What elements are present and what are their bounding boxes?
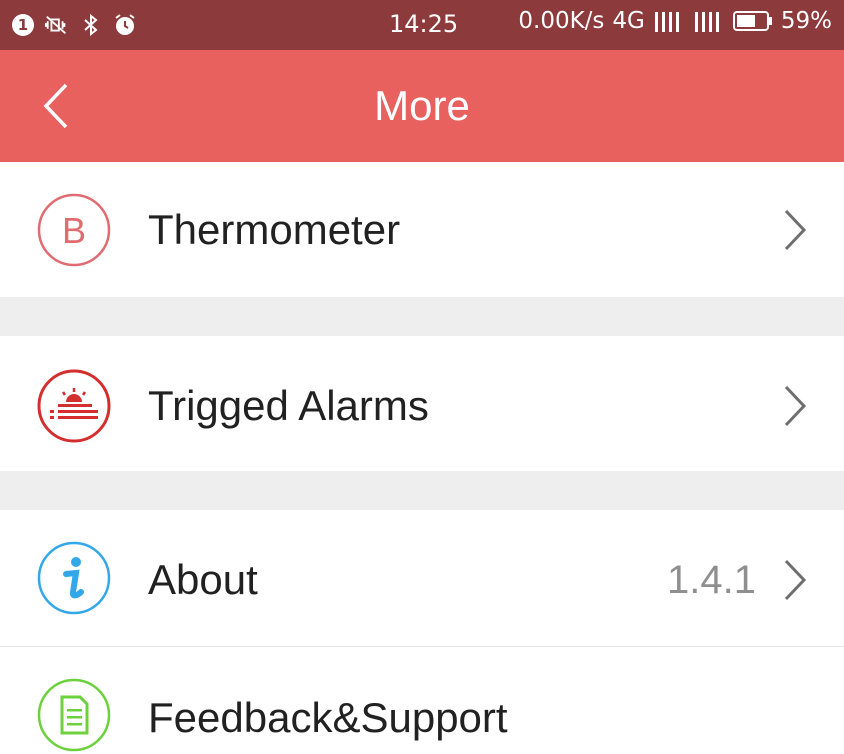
document-icon xyxy=(37,678,111,752)
list-item-label: Feedback&Support xyxy=(148,694,508,741)
battery-icon xyxy=(732,11,772,31)
chevron-right-icon xyxy=(784,209,807,251)
network-speed: 0.00K/s xyxy=(518,8,605,34)
status-icons-left: 1 xyxy=(0,12,390,38)
list-item-about[interactable]: About 1.4.1 xyxy=(0,510,844,646)
status-time: 14:25 xyxy=(389,10,459,38)
vibrate-mute-icon xyxy=(44,12,70,38)
info-icon xyxy=(37,541,111,615)
network-type: 4G xyxy=(612,8,645,34)
list-item-label: About xyxy=(148,556,258,603)
status-bar: 1 14:25 0.00K/s 4G 59% xyxy=(0,0,844,50)
bluetooth-icon xyxy=(78,12,104,38)
alarm-icon xyxy=(37,369,111,443)
page-title: More xyxy=(374,82,470,129)
chevron-right-icon xyxy=(784,559,807,601)
list-item-thermometer[interactable]: B Thermometer xyxy=(0,162,844,297)
battery-percent: 59% xyxy=(780,8,832,34)
list-item-trigged-alarms[interactable]: Trigged Alarms xyxy=(0,336,844,471)
version-value: 1.4.1 xyxy=(667,558,756,602)
app-header: More xyxy=(0,50,844,162)
thermometer-icon: B xyxy=(37,193,111,267)
signal-strength-icon xyxy=(694,12,719,32)
svg-text:1: 1 xyxy=(18,16,28,34)
svg-text:B: B xyxy=(62,210,86,251)
list-item-feedback-support[interactable]: Feedback&Support xyxy=(0,647,844,754)
chevron-right-icon xyxy=(784,385,807,427)
status-icons-right: 0.00K/s 4G 59% xyxy=(518,8,832,34)
list-item-label: Thermometer xyxy=(148,206,401,253)
alarm-clock-icon xyxy=(112,12,138,38)
notification-count-icon: 1 xyxy=(10,12,36,38)
list-item-label: Trigged Alarms xyxy=(148,382,429,429)
signal-strength-icon xyxy=(654,12,679,32)
